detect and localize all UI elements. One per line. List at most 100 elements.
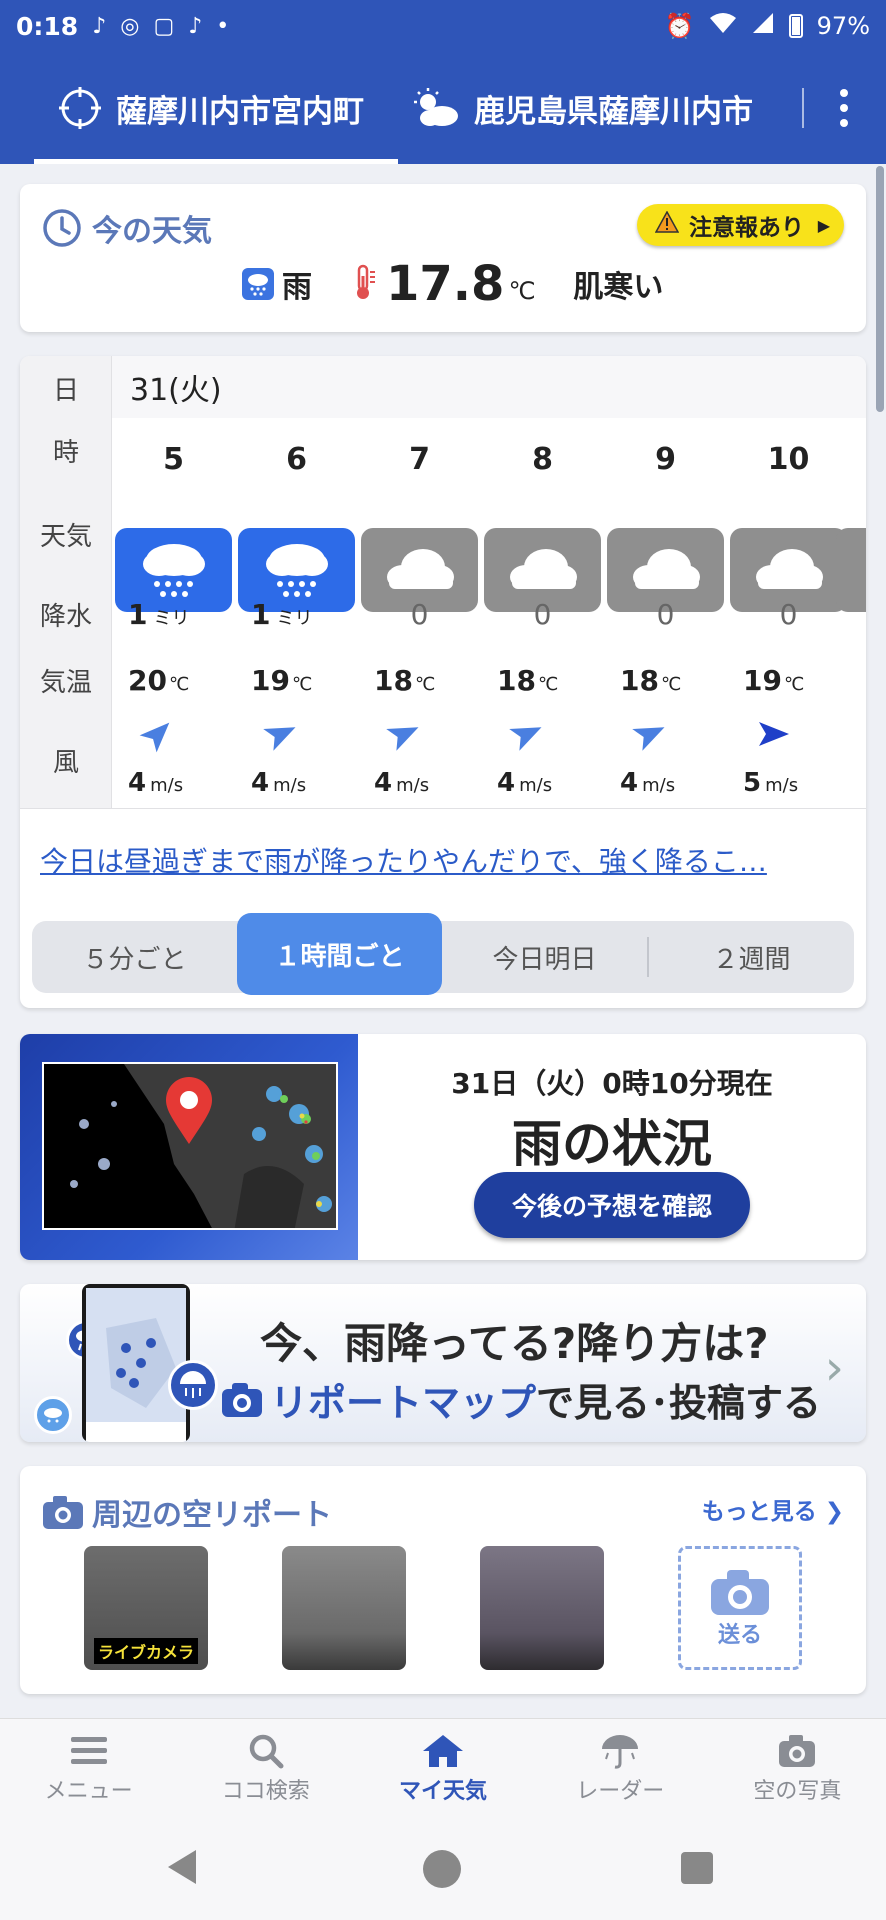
temperature-value: 20 ℃ [128, 664, 190, 697]
wind-speed-value: 4 m/s [374, 768, 430, 798]
system-navigation-bar [0, 1818, 886, 1920]
sky-photo-thumbnail[interactable]: ライブカメラ [84, 1546, 208, 1670]
play-arrow-icon: ▶ [817, 215, 830, 235]
wind-direction-icon [630, 714, 670, 754]
hour-label: 6 [286, 442, 307, 477]
search-icon [249, 1734, 284, 1768]
hour-label: 8 [532, 442, 553, 477]
chevron-right-icon: › [824, 1340, 844, 1396]
rain-radar-card[interactable]: 31日（火）0時10分現在 雨の状況 今後の予想を確認 [20, 1034, 866, 1260]
current-weather-card[interactable]: 今の天気 注意報あり ▶ 雨 17.8 ℃ 肌寒い [20, 184, 866, 332]
tiktok-icon: ♪ [92, 13, 107, 39]
warning-icon [654, 210, 680, 239]
cloud-rain-icon [34, 1396, 72, 1434]
date-row: 31(火) [112, 356, 866, 418]
notification-icons: ♪ ◎ ▢ ♪ • [92, 14, 229, 39]
precipitation-value: 1 ミリ [251, 598, 313, 631]
tab-city[interactable]: 鹿児島県薩摩川内市 [390, 52, 802, 164]
feels-like-text: 肌寒い [573, 270, 664, 305]
location-tabs: 薩摩川内市宮内町 鹿児島県薩摩川内市 [0, 52, 886, 164]
precipitation-value: 0 [656, 598, 675, 631]
clock-icon [43, 209, 81, 247]
precipitation-value: 0 [779, 598, 798, 631]
radar-umbrella-icon [602, 1734, 639, 1769]
tiktok-icon: ♪ [188, 13, 203, 39]
check-forecast-button[interactable]: 今後の予想を確認 [474, 1172, 750, 1238]
temperature-value: 18 ℃ [497, 664, 559, 697]
sky-photo-thumbnail[interactable] [480, 1546, 604, 1670]
banner-call-to-action: リポートマップ で見る･投稿する [220, 1372, 821, 1427]
divider [20, 808, 866, 809]
hour-label: 7 [409, 442, 430, 477]
hour-column: 6 1 ミリ 19 ℃ 4 m/s [235, 418, 358, 808]
sky-photo-thumbnail[interactable] [282, 1546, 406, 1670]
camera-icon [222, 1382, 262, 1417]
sky-report-card: 周辺の空リポート もっと見る ❯ ライブカメラ 送る [20, 1466, 866, 1694]
camera-icon [43, 1496, 83, 1529]
radar-headline: 雨の状況 [512, 1115, 712, 1173]
nav-menu[interactable]: メニュー [0, 1719, 177, 1818]
send-photo-button[interactable]: 送る [678, 1546, 802, 1670]
row-labels: 日 時 天気 降水 気温 風 [20, 356, 112, 808]
location-pin-icon [166, 1077, 212, 1144]
tab-current-location[interactable]: 薩摩川内市宮内町 [0, 52, 398, 164]
radar-map-image[interactable] [42, 1062, 338, 1230]
temperature-value: 18 ℃ [374, 664, 436, 697]
scrollbar[interactable] [876, 166, 884, 412]
current-condition: 雨 [282, 270, 312, 305]
label-weather: 天気 [39, 522, 92, 552]
wind-speed-value: 5 m/s [743, 768, 799, 798]
cloud-sun-icon [412, 88, 460, 128]
label-temp: 気温 [39, 668, 92, 698]
hour-column: 7 0 18 ℃ 4 m/s [358, 418, 481, 808]
see-more-link[interactable]: もっと見る ❯ [702, 1492, 844, 1526]
segment-today-tomorrow[interactable]: 今日明日 [442, 921, 647, 993]
temperature-value: 19 ℃ [251, 664, 313, 697]
advisory-badge[interactable]: 注意報あり ▶ [637, 204, 844, 246]
status-time: 0:18 [16, 11, 79, 41]
status-bar: 0:18 ♪ ◎ ▢ ♪ • ⏰ 97% [0, 0, 886, 52]
hour-column: 8 0 18 ℃ 4 m/s [481, 418, 604, 808]
segment-5min[interactable]: ５分ごと [32, 921, 237, 993]
current-temperature: 17.8 [386, 256, 505, 312]
hour-label: 10 [767, 442, 810, 477]
next-hour-weather-box [836, 528, 866, 612]
bottom-navigation: メニュー ココ検索 マイ天気 レーダー 空の写真 [0, 1718, 886, 1818]
wind-direction-icon [261, 714, 301, 754]
nav-radar[interactable]: レーダー [532, 1719, 709, 1818]
battery-percent: 97% [816, 12, 870, 40]
wind-direction-icon [138, 714, 178, 754]
forecast-comment-link[interactable]: 今日は昼過ぎまで雨が降ったりやんだりで、強く降るこ… [40, 840, 860, 880]
segment-2weeks[interactable]: ２週間 [649, 921, 854, 993]
current-weather-title: 今の天気 [42, 206, 212, 250]
hourly-forecast-card: 日 時 天気 降水 気温 風 31(火) 5 1 ミリ 20 ℃ 4 m/s 6 1 ミリ 19 ℃ 4… [20, 356, 866, 1008]
nav-my-weather[interactable]: マイ天気 [354, 1719, 531, 1818]
wind-direction-icon [507, 714, 547, 754]
nav-search[interactable]: ココ検索 [177, 1719, 354, 1818]
temperature-unit: ℃ [508, 277, 536, 305]
precipitation-value: 1 ミリ [128, 598, 190, 631]
dot-icon: • [216, 13, 230, 39]
radar-timestamp: 31日（火）0時10分現在 [451, 1067, 773, 1100]
back-icon[interactable] [168, 1850, 196, 1884]
wind-speed-value: 4 m/s [251, 768, 307, 798]
phone-illustration [82, 1284, 190, 1442]
location-target-icon [58, 86, 102, 130]
menu-icon [70, 1736, 107, 1764]
battery-icon [788, 14, 803, 38]
more-options-icon[interactable] [804, 89, 884, 127]
report-map-banner[interactable]: 今、雨降ってる?降り方は? リポートマップ で見る･投稿する › [20, 1284, 866, 1442]
nav-sky-photos[interactable]: 空の写真 [709, 1719, 886, 1818]
instagram-icon: ▢ [153, 13, 175, 39]
recent-apps-icon[interactable] [681, 1852, 713, 1884]
umbrella-icon [168, 1360, 218, 1410]
camera-icon [711, 1570, 769, 1615]
temperature-value: 19 ℃ [743, 664, 805, 697]
hour-column: 9 0 18 ℃ 4 m/s [604, 418, 727, 808]
wifi-icon [709, 12, 737, 40]
hour-label: 9 [655, 442, 676, 477]
thermometer-icon [352, 264, 378, 304]
segment-hourly[interactable]: １時間ごと [237, 913, 442, 995]
home-button-icon[interactable] [423, 1850, 461, 1888]
current-conditions: 雨 17.8 ℃ 肌寒い [242, 256, 663, 312]
